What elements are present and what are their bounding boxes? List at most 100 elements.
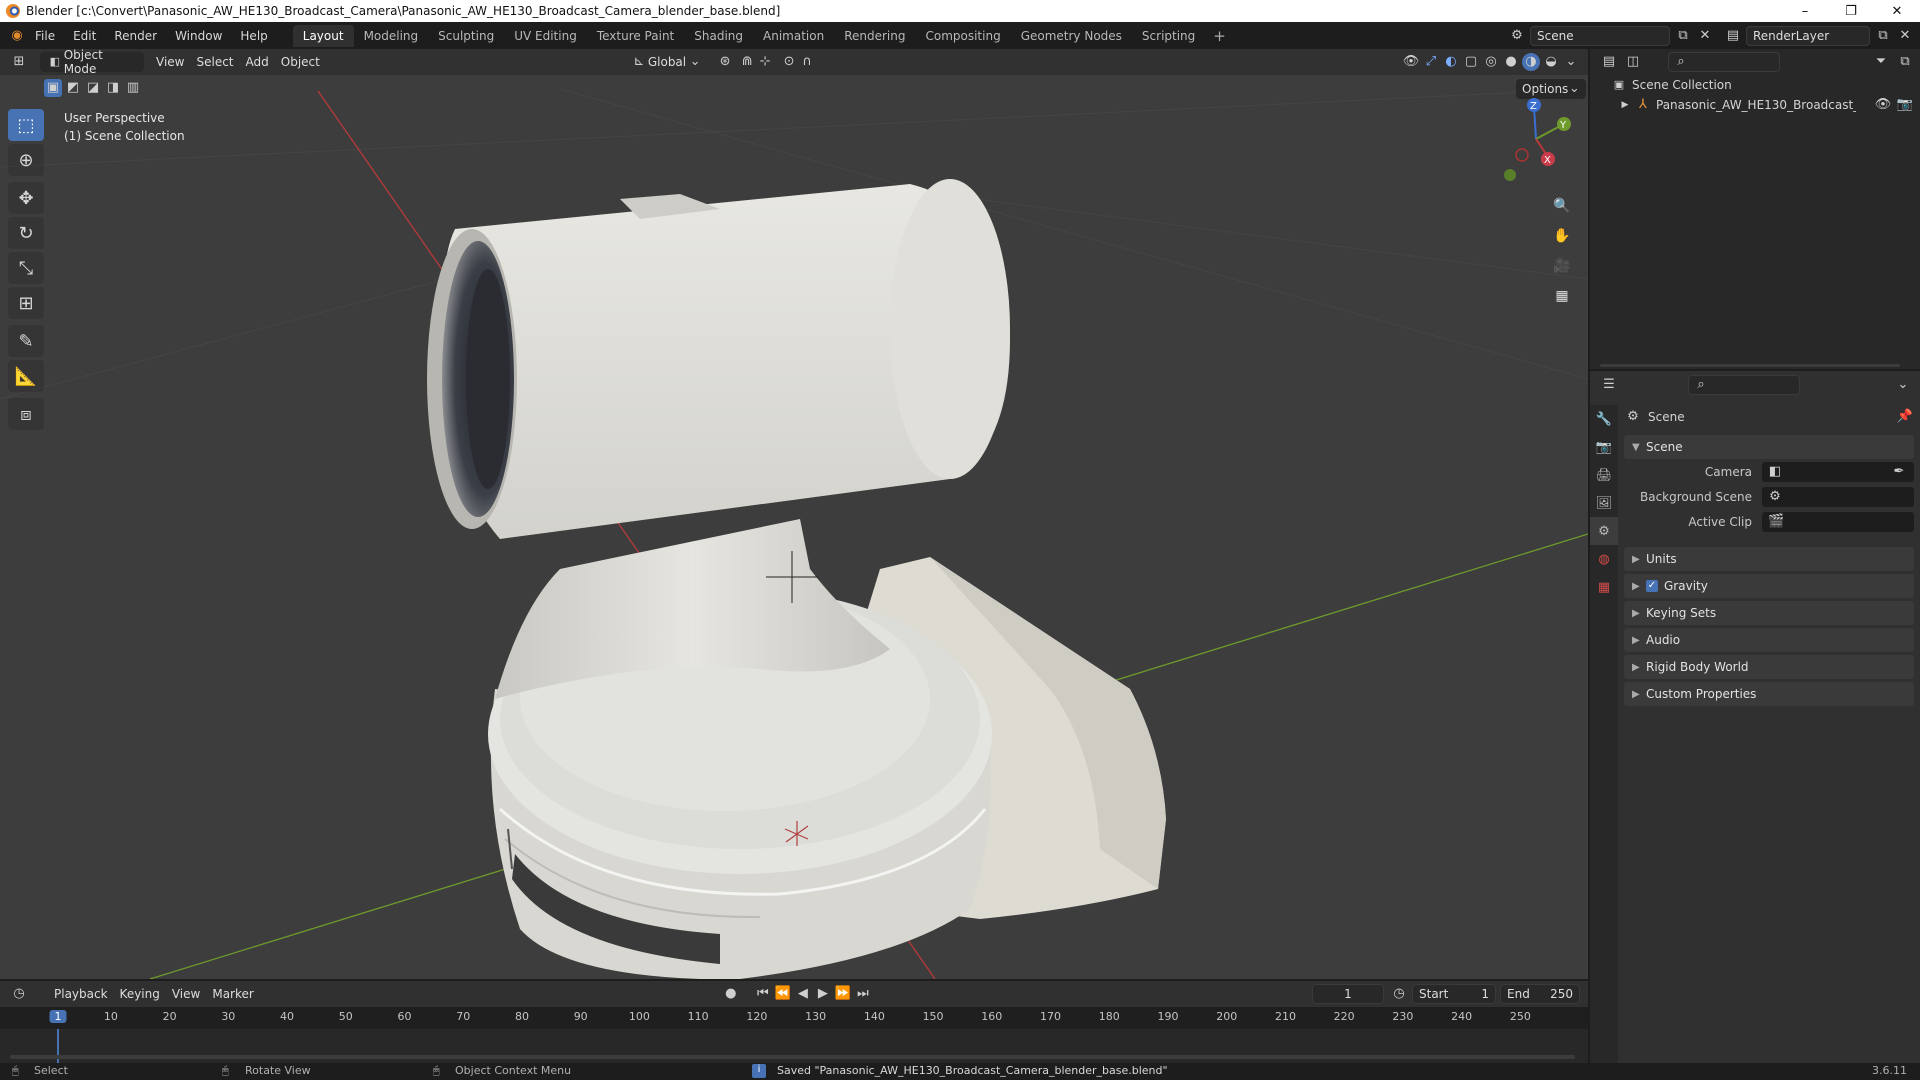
close-button[interactable]: ✕ — [1874, 4, 1920, 19]
eyedropper-icon[interactable]: ✒ — [1890, 463, 1908, 481]
tab-world[interactable]: ◍ — [1590, 545, 1618, 573]
tab-animation[interactable]: Animation — [753, 25, 834, 47]
tab-scripting[interactable]: Scripting — [1132, 25, 1205, 47]
editor-type-icon[interactable]: ⊞ — [10, 53, 28, 71]
chevron-down-icon[interactable]: ⌄ — [1894, 376, 1912, 394]
menu-playback[interactable]: Playback — [48, 984, 114, 1004]
select-intersect-icon[interactable]: ▥ — [124, 79, 142, 97]
ortho-toggle-button[interactable]: ▦ — [1549, 283, 1575, 309]
shading-options-icon[interactable]: ⌄ — [1562, 53, 1580, 71]
display-mode-icon[interactable]: ◫ — [1624, 53, 1642, 71]
falloff-icon[interactable]: ∩ — [798, 53, 816, 71]
outliner-row-object[interactable]: ▶ ⅄ Panasonic_AW_HE130_Broadcast_Cam 👁 📷 — [1590, 95, 1920, 115]
tab-compositing[interactable]: Compositing — [915, 25, 1010, 47]
panel-custom-properties[interactable]: ▶ Custom Properties — [1624, 682, 1914, 706]
menu-edit[interactable]: Edit — [64, 29, 105, 43]
snap-target-icon[interactable]: ⊹ — [756, 53, 774, 71]
scene-selector[interactable]: Scene — [1530, 25, 1670, 46]
tab-tool[interactable]: 🔧 — [1590, 405, 1618, 433]
tab-view-layer[interactable]: 🖼 — [1590, 489, 1618, 517]
move-tool[interactable]: ✥ — [8, 182, 44, 214]
navigation-gizmo[interactable]: Z Y X — [1490, 93, 1580, 195]
scale-tool[interactable]: ⤡ — [8, 252, 44, 284]
panel-rigid-body-world[interactable]: ▶ Rigid Body World — [1624, 655, 1914, 679]
outliner-search-input[interactable]: ⌕ — [1668, 52, 1780, 72]
active-clip-field[interactable]: 🎬 — [1762, 512, 1914, 532]
panel-scene-header[interactable]: ▼ Scene — [1624, 435, 1914, 459]
proportional-edit-icon[interactable]: ⊙ — [780, 53, 798, 71]
properties-search-input[interactable]: ⌕ — [1688, 375, 1800, 395]
jump-end-icon[interactable]: ⏭ — [854, 985, 872, 1003]
tab-scene[interactable]: ⚙ — [1590, 517, 1618, 545]
tab-texture[interactable]: ▦ — [1590, 573, 1618, 601]
current-frame-field[interactable]: 1 — [1312, 984, 1384, 1004]
play-icon[interactable]: ▶ — [814, 985, 832, 1003]
view-layer-selector[interactable]: RenderLayer — [1746, 25, 1870, 46]
editor-type-icon[interactable]: ▤ — [1600, 53, 1618, 71]
pan-button[interactable]: ✋ — [1549, 223, 1575, 249]
minimize-button[interactable]: – — [1782, 4, 1828, 19]
gravity-checkbox[interactable]: ✓ — [1646, 580, 1658, 592]
menu-window[interactable]: Window — [166, 29, 231, 43]
panel-audio[interactable]: ▶ Audio — [1624, 628, 1914, 652]
menu-view[interactable]: View — [150, 52, 190, 72]
editor-type-icon[interactable]: ◷ — [10, 985, 28, 1003]
add-cube-tool[interactable]: ⧈ — [8, 398, 44, 430]
timeline-scrollbar[interactable] — [10, 1055, 1575, 1059]
gizmos-icon[interactable]: ⤢ — [1422, 53, 1440, 71]
annotate-tool[interactable]: ✎ — [8, 325, 44, 357]
tab-shading[interactable]: Shading — [684, 25, 753, 47]
render-camera-icon[interactable]: 📷 — [1896, 96, 1914, 114]
camera-field[interactable]: ◧ ✒ — [1762, 462, 1914, 482]
select-subtract-icon[interactable]: ◪ — [84, 79, 102, 97]
menu-add[interactable]: Add — [240, 52, 275, 72]
add-workspace-button[interactable]: + — [1205, 27, 1234, 45]
tab-uv-editing[interactable]: UV Editing — [504, 25, 587, 47]
panel-units[interactable]: ▶ Units — [1624, 547, 1914, 571]
end-frame-field[interactable]: End 250 — [1500, 984, 1580, 1004]
menu-select[interactable]: Select — [190, 52, 239, 72]
pin-icon[interactable]: 📌 — [1896, 408, 1914, 426]
remove-view-layer-icon[interactable]: ✕ — [1896, 27, 1914, 45]
select-new-icon[interactable]: ▣ — [44, 79, 62, 97]
tab-render[interactable]: 📷 — [1590, 433, 1618, 461]
start-frame-field[interactable]: Start 1 — [1412, 984, 1496, 1004]
menu-render[interactable]: Render — [105, 29, 166, 43]
menu-file[interactable]: File — [26, 29, 64, 43]
rotate-tool[interactable]: ↻ — [8, 217, 44, 249]
material-shading-icon[interactable]: ◑ — [1522, 53, 1540, 71]
mode-selector[interactable]: ◧ Object Mode — [40, 49, 144, 76]
tab-output[interactable]: 🖨 — [1590, 461, 1618, 489]
maximize-button[interactable]: ❐ — [1828, 4, 1874, 19]
clock-icon[interactable]: ◷ — [1390, 985, 1408, 1003]
select-extend-icon[interactable]: ◩ — [64, 79, 82, 97]
blender-menu-icon[interactable]: ◉ — [8, 27, 26, 45]
cursor-tool[interactable]: ⊕ — [8, 144, 44, 176]
prev-keyframe-icon[interactable]: ⏪ — [774, 985, 792, 1003]
remove-scene-icon[interactable]: ✕ — [1696, 27, 1714, 45]
tab-geometry-nodes[interactable]: Geometry Nodes — [1011, 25, 1132, 47]
background-scene-field[interactable]: ⚙ — [1762, 487, 1914, 507]
outliner-row-scene-collection[interactable]: ▣ Scene Collection — [1590, 75, 1920, 95]
editor-type-icon[interactable]: ☰ — [1600, 376, 1618, 394]
snap-icon[interactable]: ⋒ — [738, 53, 756, 71]
tab-rendering[interactable]: Rendering — [834, 25, 915, 47]
zoom-button[interactable]: 🔍 — [1549, 193, 1575, 219]
tab-sculpting[interactable]: Sculpting — [428, 25, 504, 47]
overlays-icon[interactable]: ◐ — [1442, 53, 1460, 71]
jump-start-icon[interactable]: ⏮ — [754, 985, 772, 1003]
outliner-scrollbar[interactable] — [1600, 364, 1900, 367]
menu-object[interactable]: Object — [275, 52, 326, 72]
visibility-icon[interactable]: 👁 — [1402, 53, 1420, 71]
new-scene-icon[interactable]: ⧉ — [1674, 27, 1692, 45]
timeline-body[interactable] — [0, 1029, 1588, 1063]
new-view-layer-icon[interactable]: ⧉ — [1874, 27, 1892, 45]
menu-view[interactable]: View — [166, 984, 206, 1004]
timeline-ruler[interactable]: 1 10 20 30 40 50 60 70 80 90 100 110 120 130 140 150 160… — [0, 1007, 1588, 1029]
new-collection-icon[interactable]: ⧉ — [1896, 53, 1914, 71]
next-keyframe-icon[interactable]: ⏩ — [834, 985, 852, 1003]
play-reverse-icon[interactable]: ◀ — [794, 985, 812, 1003]
solid-shading-icon[interactable]: ● — [1502, 53, 1520, 71]
filter-icon[interactable]: ⏷ — [1872, 53, 1890, 71]
menu-marker[interactable]: Marker — [206, 984, 259, 1004]
